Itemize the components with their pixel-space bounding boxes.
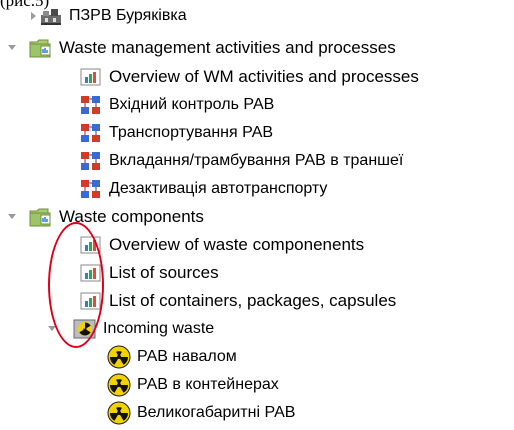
tree-item-waste-management[interactable]: Waste management activities and processe… <box>8 34 396 62</box>
process-icon <box>78 178 104 200</box>
tree-item-containerized-waste[interactable]: РАВ в контейнерах <box>106 371 279 399</box>
tree-item-list-of-containers[interactable]: List of containers, packages, capsules <box>78 287 396 315</box>
tree-item-label: Overview of WM activities and processes <box>109 67 419 86</box>
tree-item-label: Великогабаритні РАВ <box>137 404 296 421</box>
collapse-arrow-icon[interactable] <box>46 323 58 335</box>
tree-item-label: Вхідний контроль РАВ <box>109 96 275 113</box>
facility-icon <box>38 5 64 27</box>
tree-item-label: Дезактивація автотранспорту <box>109 180 328 197</box>
navigation-tree: ПЗРВ Буряківка Waste management activiti… <box>0 0 514 430</box>
tree-item-large-waste[interactable]: Великогабаритні РАВ <box>106 399 295 427</box>
tree-item-incoming-control[interactable]: Вхідний контроль РАВ <box>78 91 274 119</box>
tree-item-label: РАВ навалом <box>137 348 237 365</box>
radiation-box-icon <box>72 318 98 340</box>
tree-item-label: ПЗРВ Буряківка <box>69 7 187 24</box>
tree-item-placement-compaction[interactable]: Вкладання/трамбування РАВ в траншеї <box>78 147 514 175</box>
radiation-icon <box>106 345 132 369</box>
tree-item-waste-components[interactable]: Waste components <box>8 203 204 231</box>
tree-item-label: РАВ в контейнерах <box>137 376 279 393</box>
folder-icon <box>28 206 54 228</box>
tree-item-transportation[interactable]: Транспортування РАВ <box>78 119 273 147</box>
process-icon <box>78 122 104 144</box>
tree-item-list-of-sources[interactable]: List of sources <box>78 259 219 287</box>
tree-item-label: Вкладання/трамбування РАВ в траншеї <box>109 152 404 169</box>
process-icon <box>78 94 104 116</box>
folder-icon <box>28 37 54 59</box>
tree-item-incoming-waste[interactable]: Incoming waste <box>48 315 215 343</box>
collapse-arrow-icon[interactable] <box>6 42 18 54</box>
tree-item-bulk-waste[interactable]: РАВ навалом <box>106 343 237 371</box>
radiation-icon <box>106 401 132 425</box>
tree-item-label: Overview of waste componenents <box>109 235 365 254</box>
expand-arrow-icon[interactable] <box>28 10 40 22</box>
tree-item-label: List of sources <box>109 263 219 282</box>
tree-item-pzrv-buriakivka[interactable]: ПЗРВ Буряківка <box>30 2 187 30</box>
process-icon <box>78 150 104 172</box>
chart-icon <box>78 262 104 284</box>
tree-item-label: Waste management activities and processe… <box>59 38 396 57</box>
tree-item-decontamination[interactable]: Дезактивація автотранспорту <box>78 175 327 203</box>
tree-item-overview-wm[interactable]: Overview of WM activities and processes <box>78 63 419 91</box>
chart-icon <box>78 290 104 312</box>
radiation-icon <box>106 373 132 397</box>
tree-item-label: Incoming waste <box>103 320 215 337</box>
tree-item-label: Waste components <box>59 207 204 226</box>
tree-item-label: Транспортування РАВ <box>109 124 274 141</box>
chart-icon <box>78 66 104 88</box>
chart-icon <box>78 234 104 256</box>
tree-item-overview-waste-components[interactable]: Overview of waste componenents <box>78 231 364 259</box>
tree-item-label: List of containers, packages, capsules <box>109 291 397 310</box>
collapse-arrow-icon[interactable] <box>6 211 18 223</box>
